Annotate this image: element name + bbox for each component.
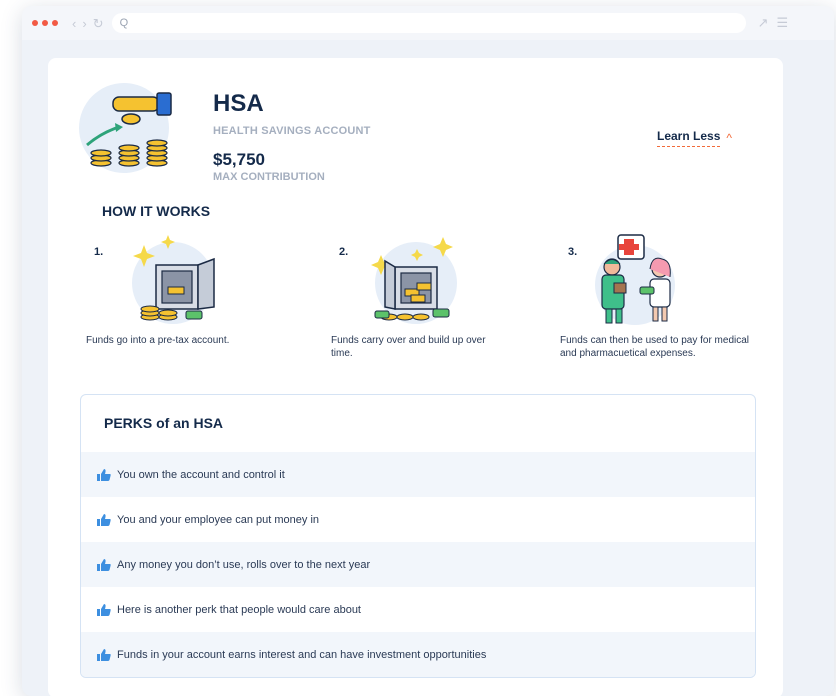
learn-less-label: Learn Less (657, 129, 721, 147)
back-icon[interactable]: ‹ (72, 17, 76, 30)
maximize-dot[interactable] (52, 20, 58, 26)
step-number: 3. (568, 246, 578, 258)
plan-subtitle: HEALTH SAVINGS ACCOUNT (213, 125, 371, 137)
hsa-card: HSA HEALTH SAVINGS ACCOUNT $5,750 MAX CO… (48, 58, 783, 696)
perk-item: Any money you don’t use, rolls over to t… (81, 542, 755, 587)
doctor-patient-icon (595, 234, 675, 325)
step-number: 2. (339, 246, 349, 258)
coins-hand-icon (86, 92, 172, 167)
perk-item: You and your employee can put money in (81, 497, 755, 542)
thumbs-up-icon (95, 603, 113, 616)
plan-title: HSA (213, 90, 264, 117)
step-3-illustration (580, 233, 690, 328)
perks-heading: PERKS of an HSA (104, 415, 224, 431)
step-2-illustration (361, 233, 471, 328)
perk-text: Funds in your account earns interest and… (117, 648, 487, 661)
perk-item: Funds in your account earns interest and… (81, 632, 755, 677)
browser-window: ‹ › ↻ Q ↗ ☰ HSA HEALTH SAVINGS ACCOUNT $… (22, 6, 834, 696)
thumbs-up-icon (95, 648, 113, 661)
max-contribution-amount: $5,750 (213, 150, 265, 169)
perk-item: You own the account and control it (81, 452, 755, 497)
forward-icon[interactable]: › (82, 17, 86, 30)
thumbs-up-icon (95, 468, 113, 481)
menu-icon[interactable]: ☰ (777, 15, 789, 31)
step-1-illustration (116, 233, 226, 328)
thumbs-up-icon (95, 558, 113, 571)
step-description: Funds can then be used to pay for medica… (560, 335, 750, 359)
max-contribution-label: MAX CONTRIBUTION (213, 171, 325, 183)
reload-icon[interactable]: ↻ (93, 17, 104, 30)
learn-less-toggle[interactable]: Learn Less ^ (657, 129, 732, 147)
step-number: 1. (94, 246, 104, 258)
minimize-dot[interactable] (42, 20, 48, 26)
thumbs-up-icon (95, 513, 113, 526)
step-description: Funds go into a pre-tax account. (86, 335, 230, 346)
perk-text: Any money you don’t use, rolls over to t… (117, 558, 371, 571)
chevron-up-icon: ^ (726, 131, 733, 145)
search-icon: Q (119, 17, 129, 29)
safe-gold-icon (132, 235, 215, 324)
how-it-works-heading: HOW IT WORKS (102, 203, 211, 219)
perk-text: Here is another perk that people would c… (117, 603, 361, 616)
perk-text: You own the account and control it (117, 468, 285, 481)
perks-panel: PERKS of an HSA You own the account and … (80, 394, 756, 678)
perk-item: Here is another perk that people would c… (81, 587, 755, 632)
step-description: Funds carry over and build up over time. (331, 335, 486, 359)
address-bar[interactable]: Q (111, 13, 746, 33)
expand-icon[interactable]: ↗ (758, 15, 769, 31)
safe-full-icon (371, 237, 457, 324)
perk-text: You and your employee can put money in (117, 513, 320, 526)
hsa-illustration (79, 83, 172, 173)
browser-toolbar: ‹ › ↻ Q ↗ ☰ (22, 6, 834, 40)
close-dot[interactable] (32, 20, 38, 26)
